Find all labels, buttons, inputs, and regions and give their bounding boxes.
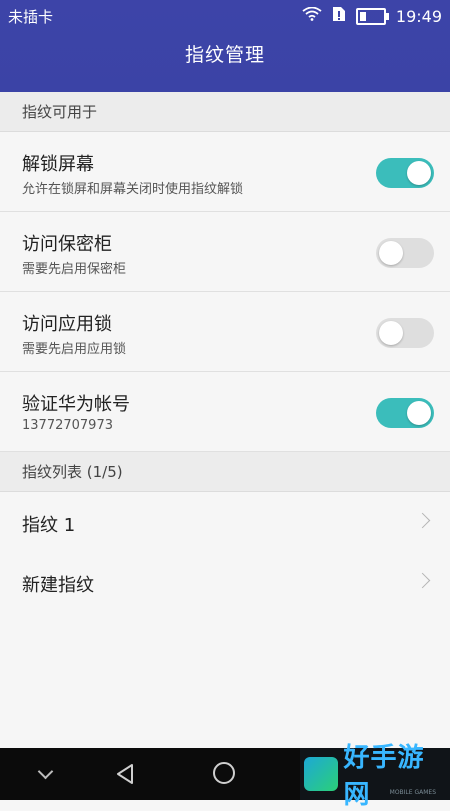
setting-title: 解锁屏幕 bbox=[22, 154, 94, 175]
app-lock-toggle[interactable] bbox=[376, 318, 434, 348]
section-list-header: 指纹列表 (1/5) bbox=[0, 452, 450, 492]
back-button[interactable] bbox=[95, 748, 155, 800]
fingerprint-item-1[interactable]: 指纹 1 bbox=[0, 493, 450, 553]
section-usage-header: 指纹可用于 bbox=[0, 92, 450, 132]
section-usage-label: 指纹可用于 bbox=[22, 103, 98, 121]
toggle-knob bbox=[407, 401, 431, 425]
new-fingerprint-item[interactable]: 新建指纹 bbox=[0, 553, 450, 613]
toggle-knob bbox=[379, 241, 403, 265]
back-icon bbox=[117, 764, 133, 784]
app-header: 未插卡 19:49 指纹管理 bbox=[0, 0, 450, 92]
setting-title: 访问保密柜 bbox=[22, 234, 112, 255]
chevron-right-icon bbox=[414, 512, 431, 529]
setting-title: 访问应用锁 bbox=[22, 314, 112, 335]
setting-row-unlock-screen[interactable]: 解锁屏幕 允许在锁屏和屏幕关闭时使用指纹解锁 bbox=[0, 132, 450, 212]
new-fingerprint-label: 新建指纹 bbox=[22, 575, 94, 596]
setting-subtitle: 13772707973 bbox=[22, 418, 113, 433]
status-bar: 未插卡 19:49 bbox=[0, 0, 450, 32]
setting-row-huawei-account[interactable]: 验证华为帐号 13772707973 bbox=[0, 372, 450, 452]
section-list-label: 指纹列表 (1/5) bbox=[22, 463, 123, 481]
setting-title: 验证华为帐号 bbox=[22, 394, 130, 415]
huawei-account-toggle[interactable] bbox=[376, 398, 434, 428]
watermark-logo-icon bbox=[304, 757, 338, 791]
setting-subtitle: 需要先启用保密柜 bbox=[22, 262, 127, 277]
setting-subtitle: 允许在锁屏和屏幕关闭时使用指纹解锁 bbox=[22, 182, 244, 197]
chevron-right-icon bbox=[414, 572, 431, 589]
setting-row-app-lock[interactable]: 访问应用锁 需要先启用应用锁 bbox=[0, 292, 450, 372]
setting-row-safe-box[interactable]: 访问保密柜 需要先启用保密柜 bbox=[0, 212, 450, 292]
wifi-icon bbox=[302, 6, 322, 25]
page-title: 指纹管理 bbox=[184, 44, 265, 66]
watermark: 好手游网 MOBILE GAMES bbox=[300, 743, 450, 810]
unlock-screen-toggle[interactable] bbox=[376, 158, 434, 188]
watermark-subtext: MOBILE GAMES bbox=[389, 789, 436, 796]
toggle-knob bbox=[379, 321, 403, 345]
hide-nav-button[interactable] bbox=[8, 748, 68, 800]
chevron-down-icon bbox=[37, 763, 54, 780]
safe-box-toggle[interactable] bbox=[376, 238, 434, 268]
toggle-knob bbox=[407, 161, 431, 185]
setting-subtitle: 需要先启用应用锁 bbox=[22, 342, 127, 357]
carrier-label: 未插卡 bbox=[8, 7, 54, 26]
fingerprint-label: 指纹 1 bbox=[22, 515, 76, 536]
home-icon[interactable] bbox=[213, 762, 235, 784]
clock: 19:49 bbox=[395, 6, 442, 26]
battery-icon bbox=[355, 7, 389, 25]
status-icons: 19:49 bbox=[302, 6, 442, 26]
sim-icon bbox=[332, 6, 346, 26]
